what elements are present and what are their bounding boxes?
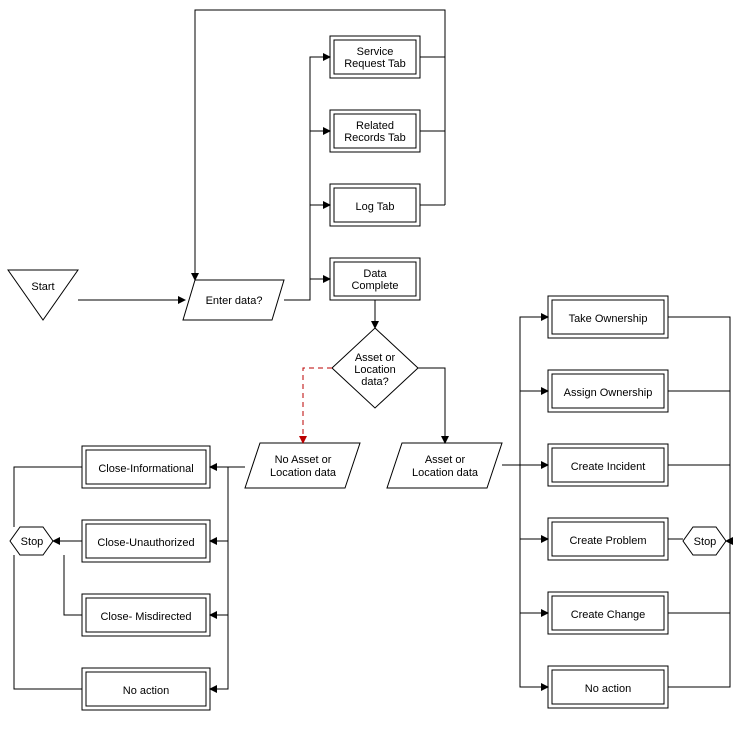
close-unauthorized-node: Close-Unauthorized	[82, 520, 210, 562]
create-incident-node: Create Incident	[548, 444, 668, 486]
close-unauthorized-label: Close-Unauthorized	[97, 537, 194, 549]
stop-left-label: Stop	[21, 536, 44, 548]
take-ownership-label: Take Ownership	[569, 313, 648, 325]
edge-asset-noaction	[520, 465, 548, 687]
create-change-label: Create Change	[571, 609, 646, 621]
edge-decision-asset	[418, 368, 445, 443]
no-action-right-node: No action	[548, 666, 668, 708]
no-action-left-node: No action	[82, 668, 210, 710]
data-complete-label-2: Complete	[351, 280, 398, 292]
data-complete-label-1: Data	[363, 268, 387, 280]
asset-data-node: Asset or Location data	[387, 443, 502, 488]
no-asset-node: No Asset or Location data	[245, 443, 360, 488]
service-request-tab-label-1: Service	[357, 46, 394, 58]
take-ownership-node: Take Ownership	[548, 296, 668, 338]
related-records-tab-node: Related Records Tab	[330, 110, 420, 152]
no-action-right-label: No action	[585, 683, 631, 695]
related-records-tab-label-1: Related	[356, 120, 394, 132]
service-request-tab-node: Service Request Tab	[330, 36, 420, 78]
asset-data-label-1: Asset or	[425, 454, 466, 466]
create-problem-node: Create Problem	[548, 518, 668, 560]
edge-closemisd-stop	[64, 555, 82, 615]
asset-decision-label-3: data?	[361, 376, 389, 388]
edge-enter-service	[284, 57, 330, 300]
close-informational-node: Close-Informational	[82, 446, 210, 488]
create-incident-label: Create Incident	[571, 461, 646, 473]
asset-decision-label-2: Location	[354, 364, 396, 376]
stop-right-node: Stop	[683, 527, 726, 555]
close-misdirected-label: Close- Misdirected	[100, 611, 191, 623]
no-action-left-label: No action	[123, 685, 169, 697]
asset-data-label-2: Location data	[412, 467, 479, 479]
log-tab-node: Log Tab	[330, 184, 420, 226]
edge-noasset-noaction	[210, 467, 228, 689]
close-informational-label: Close-Informational	[98, 463, 193, 475]
edge-noactionright-stop	[668, 541, 730, 687]
assign-ownership-node: Assign Ownership	[548, 370, 668, 412]
create-problem-label: Create Problem	[569, 535, 646, 547]
stop-left-node: Stop	[10, 527, 53, 555]
close-misdirected-node: Close- Misdirected	[82, 594, 210, 636]
start-label: Start	[31, 281, 54, 293]
enter-data-label: Enter data?	[206, 295, 263, 307]
assign-ownership-label: Assign Ownership	[564, 387, 653, 399]
create-change-node: Create Change	[548, 592, 668, 634]
no-asset-label-1: No Asset or	[275, 454, 332, 466]
edge-takeown-stop	[668, 317, 730, 541]
service-request-tab-label-2: Request Tab	[344, 58, 406, 70]
asset-decision-node: Asset or Location data?	[332, 328, 418, 408]
log-tab-label: Log Tab	[356, 201, 395, 213]
data-complete-node: Data Complete	[330, 258, 420, 300]
flowchart-diagram: Start Enter data? Service Request Tab Re…	[0, 0, 739, 739]
edge-noactionleft-stop	[14, 555, 82, 689]
asset-decision-label-1: Asset or	[355, 352, 396, 364]
related-records-tab-label-2: Records Tab	[344, 132, 406, 144]
start-node: Start	[8, 270, 78, 320]
edge-decision-noasset	[303, 368, 332, 443]
enter-data-node: Enter data?	[183, 280, 284, 320]
no-asset-label-2: Location data	[270, 467, 337, 479]
stop-right-label: Stop	[694, 536, 717, 548]
edge-closeinfo-stop	[14, 467, 82, 527]
